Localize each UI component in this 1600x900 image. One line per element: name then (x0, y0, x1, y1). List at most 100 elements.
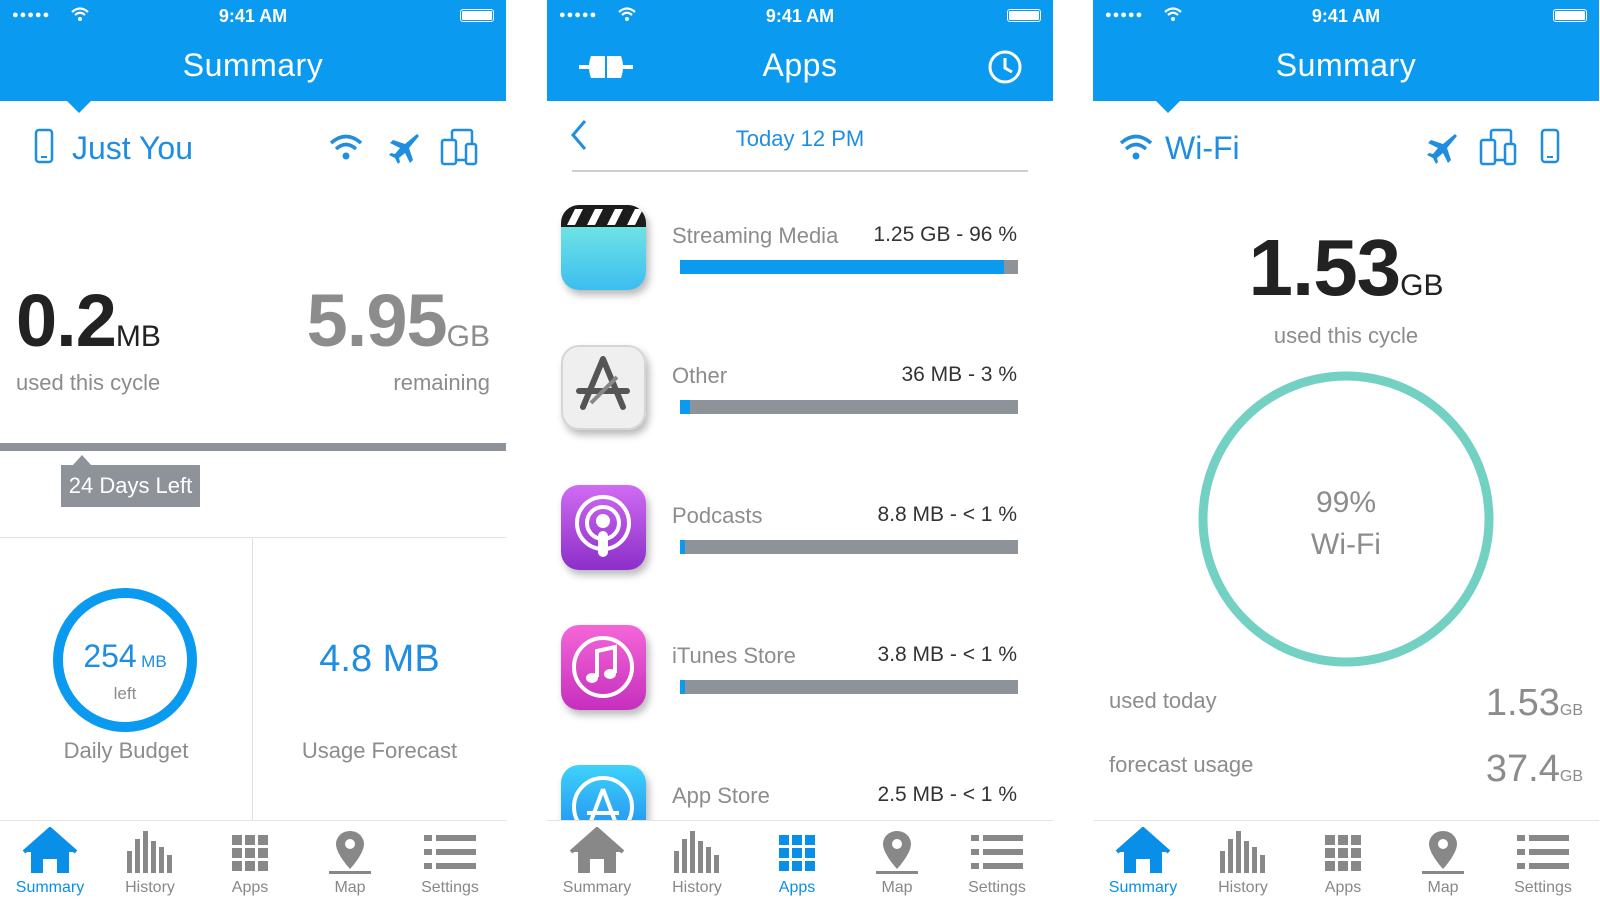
usage-bar-fill (680, 680, 686, 694)
home-icon (569, 827, 625, 873)
status-time: 9:41 AM (218, 6, 288, 26)
ring-percent: 99% (1315, 486, 1377, 519)
status-bar: ●●●●● 9:41 AM (547, 5, 1053, 27)
segment-label[interactable]: Wi-Fi (1165, 130, 1240, 167)
tab-bar: Summary History Apps Map Settings (0, 820, 506, 900)
usage-bar (680, 400, 1018, 414)
status-time: 9:41 AM (765, 6, 835, 26)
used-today-label: used today (1109, 688, 1217, 713)
tab-label: Map (881, 879, 913, 896)
home-icon (1115, 827, 1171, 873)
app-usage-value: 2.5 MB - < 1 % (877, 783, 1017, 806)
tab-map[interactable]: Map (847, 827, 947, 897)
remaining-unit: GB (446, 320, 490, 353)
tab-summary[interactable]: Summary (547, 827, 647, 897)
forecast-label: Usage Forecast (301, 738, 458, 763)
app-name: Streaming Media (672, 223, 839, 248)
wifi-icon[interactable] (1118, 132, 1154, 162)
app-usage-value: 36 MB - 3 % (901, 363, 1017, 386)
nav-bar: ●●●●● 9:41 AM Apps (547, 0, 1053, 101)
list-icon (1517, 835, 1569, 869)
days-left-badge: 24 Days Left (61, 455, 200, 507)
forecast-unit: GB (1559, 768, 1583, 785)
segment-row: Wi-Fi (1093, 128, 1599, 168)
home-icon (22, 827, 78, 873)
divider (0, 537, 506, 538)
phone-icon[interactable] (34, 128, 54, 164)
phone-icon[interactable] (1540, 128, 1560, 164)
list-item[interactable]: iTunes Store 3.8 MB - < 1 % (547, 625, 1053, 735)
tab-label: Apps (1324, 879, 1362, 896)
forecast-value[interactable]: 4.8 MB (253, 638, 506, 681)
map-pin-icon (329, 831, 371, 874)
used-today-unit: GB (1559, 702, 1583, 719)
nav-pointer (1155, 100, 1181, 113)
tab-label: History (125, 879, 175, 896)
tab-map[interactable]: Map (1393, 827, 1493, 897)
forecast-amount: 37.4GB (1486, 748, 1583, 791)
forecast-value: 37.4 (1485, 748, 1560, 790)
used-today-value: 1.53 (1485, 682, 1560, 724)
tab-settings[interactable]: Settings (400, 827, 500, 897)
wifi-icon[interactable] (328, 132, 364, 162)
clock-icon[interactable] (987, 49, 1023, 85)
list-item[interactable]: Other 36 MB - 3 % (547, 345, 1053, 455)
tab-history[interactable]: History (1193, 827, 1293, 897)
airplane-icon[interactable] (1425, 130, 1459, 164)
summary-screen-wifi: ●●●●● 9:41 AM Summary Wi-Fi 1.53GB used … (1093, 0, 1599, 900)
forecast-label: forecast usage (1109, 752, 1254, 777)
nav-pointer (66, 100, 92, 113)
remaining-caption: remaining (393, 370, 490, 395)
list-icon (971, 835, 1023, 869)
apps-screen: ●●●●● 9:41 AM Apps Today 12 PM Streaming… (547, 0, 1053, 900)
used-caption: used this cycle (16, 370, 161, 395)
multi-device-icon[interactable] (1479, 128, 1517, 166)
usage-bar-fill (680, 400, 691, 414)
daily-budget-label: Daily Budget (63, 738, 189, 763)
tab-summary[interactable]: Summary (1093, 827, 1193, 897)
multi-device-icon[interactable] (440, 128, 478, 166)
app-name: iTunes Store (672, 643, 796, 668)
tab-apps[interactable]: Apps (1293, 827, 1393, 897)
list-item[interactable]: Podcasts 8.8 MB - < 1 % (547, 485, 1053, 595)
used-today-amount: 1.53GB (1486, 682, 1583, 725)
battery-icon (1553, 9, 1587, 22)
tab-label: Summary (15, 879, 85, 896)
tab-history[interactable]: History (647, 827, 747, 897)
page-title: Summary (1275, 47, 1417, 83)
segment-label[interactable]: Just You (72, 130, 193, 167)
usage-bar-fill (680, 260, 1005, 274)
tab-history[interactable]: History (100, 827, 200, 897)
map-pin-icon (876, 831, 918, 874)
app-usage-value: 8.8 MB - < 1 % (877, 503, 1017, 526)
daily-budget-unit: MB (141, 652, 167, 671)
tab-label: Apps (778, 879, 816, 896)
date-label: Today 12 PM (735, 126, 865, 151)
cycle-progress-bar (0, 443, 506, 451)
tab-map[interactable]: Map (300, 827, 400, 897)
used-value: 1.53 (1248, 223, 1401, 312)
airplane-icon[interactable] (387, 130, 421, 164)
tab-settings[interactable]: Settings (947, 827, 1047, 897)
tab-apps[interactable]: Apps (200, 827, 300, 897)
tab-apps[interactable]: Apps (747, 827, 847, 897)
app-name: Other (672, 363, 728, 388)
daily-budget-sub: left (113, 684, 137, 703)
battery-icon (1007, 9, 1041, 22)
tab-label: History (672, 879, 722, 896)
used-value: 0.2 (16, 279, 117, 362)
status-time: 9:41 AM (1311, 6, 1381, 26)
page-title: Apps (762, 47, 838, 83)
tab-label: Summary (562, 879, 632, 896)
remaining-amount: 5.95GB (307, 278, 490, 363)
used-unit: MB (115, 320, 161, 353)
status-bar: ●●●●● 9:41 AM (1093, 5, 1599, 27)
list-item[interactable]: Streaming Media 1.25 GB - 96 % (547, 205, 1053, 315)
summary-screen-personal: ●●●●● 9:41 AM Summary Just You 0.2MB use… (0, 0, 506, 900)
bar-chart-icon (127, 831, 172, 873)
tab-summary[interactable]: Summary (0, 827, 100, 897)
tab-settings[interactable]: Settings (1493, 827, 1593, 897)
usage-bar (680, 260, 1018, 274)
used-amount: 0.2MB (16, 278, 161, 363)
grid-icon (779, 835, 815, 871)
